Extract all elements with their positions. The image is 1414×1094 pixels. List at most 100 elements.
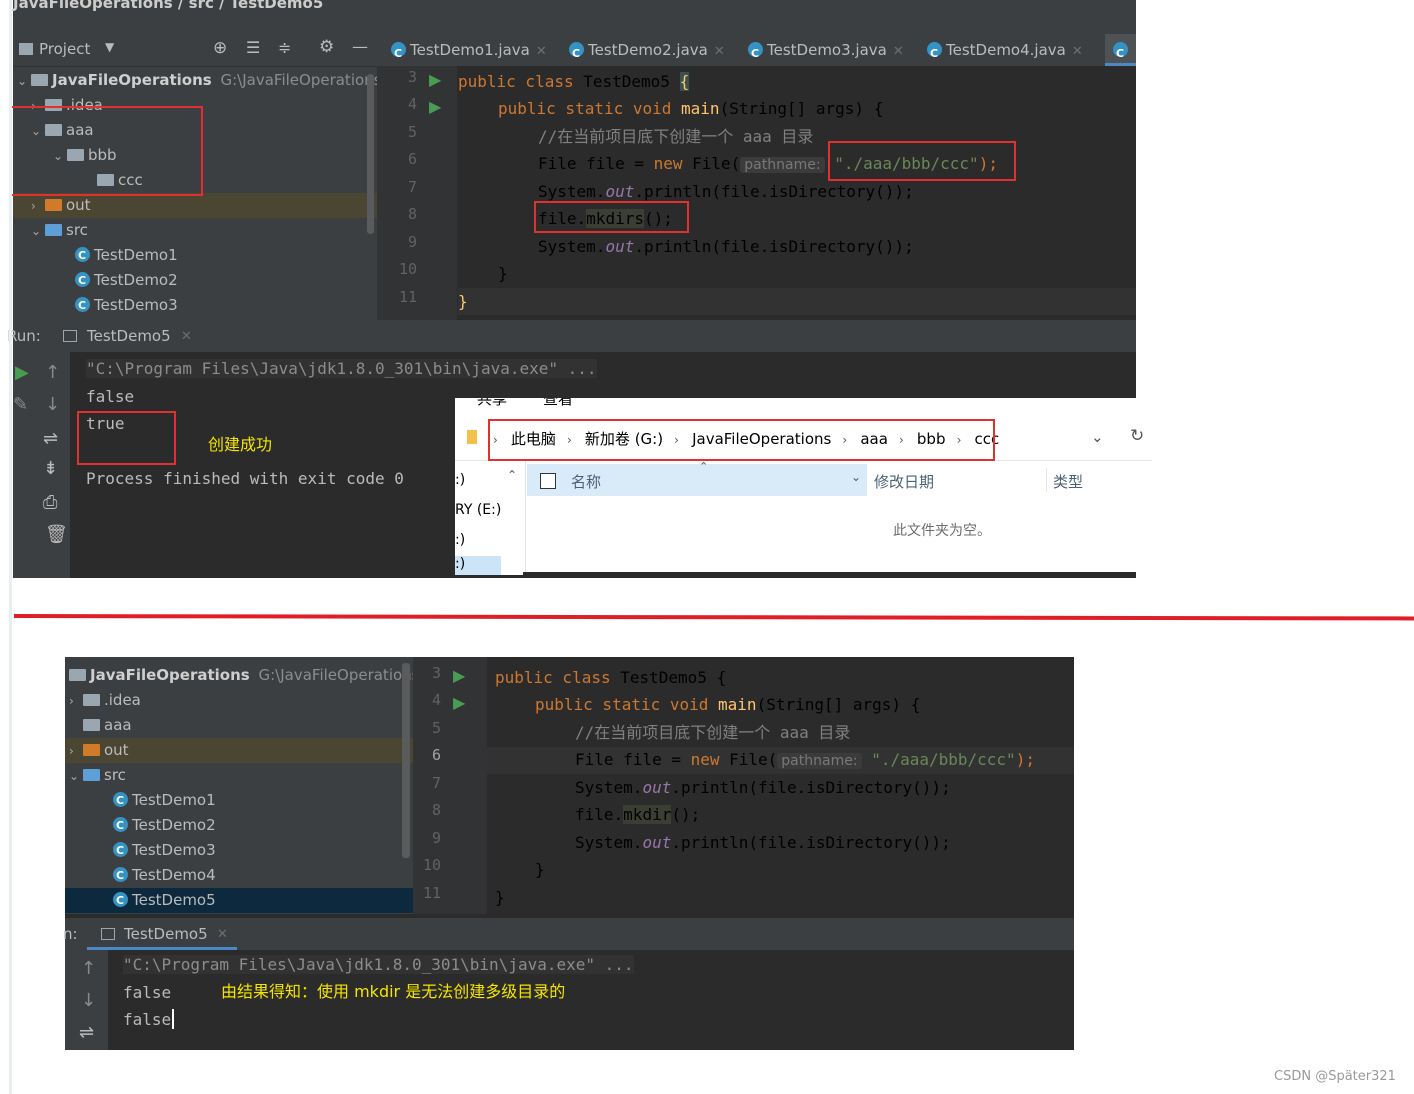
nav-item[interactable]: :) bbox=[455, 472, 465, 488]
soft-wrap-icon[interactable]: ⇌ bbox=[79, 1022, 94, 1043]
line-number: 8 bbox=[407, 205, 417, 223]
close-icon[interactable]: ✕ bbox=[714, 44, 725, 59]
nav-item[interactable]: :) bbox=[455, 532, 465, 548]
tree-item-testdemo5-selected[interactable]: TestDemo5 bbox=[65, 888, 413, 913]
code-line-5: //在当前项目底下创建一个 aaa 目录 bbox=[575, 723, 851, 742]
nav-item-selected[interactable]: :) bbox=[455, 556, 501, 575]
breadcrumb[interactable]: JavaFileOperations / src / TestDemo5 bbox=[13, 0, 323, 12]
chevron-right-icon: › bbox=[31, 199, 36, 213]
code-line-3: public class TestDemo5 { bbox=[458, 72, 690, 91]
scroll-to-end-icon[interactable]: ⇟ bbox=[43, 458, 58, 479]
tab-testdemo1[interactable]: TestDemo1.java ✕ bbox=[391, 34, 547, 70]
run-label: n: bbox=[63, 925, 78, 943]
chevron-right-icon: › bbox=[69, 694, 74, 708]
section-divider-line bbox=[13, 614, 1414, 621]
date-column-label[interactable]: 修改日期 bbox=[874, 471, 934, 492]
run-gutter-icon[interactable]: ▶ bbox=[453, 666, 465, 685]
arrow-up-icon[interactable]: ↑ bbox=[81, 958, 96, 979]
bottom-ide-window: JavaFileOperations G:\JavaFileOperations… bbox=[63, 657, 1074, 1050]
tree-root[interactable]: ⌄ JavaFileOperations G:\JavaFileOperation… bbox=[17, 68, 381, 93]
trash-icon[interactable]: 🗑 bbox=[45, 524, 68, 545]
line-number: 5 bbox=[407, 123, 417, 141]
tree-item-label: TestDemo1 bbox=[132, 791, 216, 809]
chevron-down-icon[interactable]: ▼ bbox=[105, 40, 114, 54]
scroll-up-icon[interactable]: ⌃ bbox=[507, 468, 517, 482]
project-panel-title[interactable]: Project bbox=[39, 40, 90, 58]
ribbon-tab-share[interactable]: 共享 bbox=[477, 398, 507, 408]
target-icon[interactable]: ⊕ bbox=[213, 38, 227, 58]
tree-item-testdemo2[interactable]: TestDemo2 bbox=[113, 813, 216, 838]
run-tab-label[interactable]: TestDemo5 bbox=[87, 327, 171, 345]
tree-item-testdemo2[interactable]: TestDemo2 bbox=[75, 268, 178, 293]
tree-item-testdemo1[interactable]: TestDemo1 bbox=[113, 788, 216, 813]
close-icon[interactable]: ✕ bbox=[536, 44, 547, 59]
arrow-down-icon[interactable]: ↓ bbox=[81, 990, 96, 1011]
tree-item-label: TestDemo3 bbox=[94, 296, 178, 314]
soft-wrap-icon[interactable]: ⇌ bbox=[43, 428, 58, 449]
code-editor[interactable]: public class TestDemo5 { public static v… bbox=[457, 66, 1136, 320]
tab-testdemo3[interactable]: TestDemo3.java ✕ bbox=[748, 34, 904, 70]
run-gutter-icon[interactable]: ▶ bbox=[429, 97, 441, 116]
tree-item-label: aaa bbox=[104, 716, 132, 734]
close-icon[interactable]: ✕ bbox=[181, 329, 192, 344]
tab-testdemo2[interactable]: TestDemo2.java ✕ bbox=[569, 34, 725, 70]
type-column-label[interactable]: 类型 bbox=[1053, 471, 1083, 492]
arrow-down-icon[interactable]: ↓ bbox=[45, 394, 60, 415]
source-folder-icon bbox=[45, 224, 62, 236]
tree-item-out[interactable]: › out bbox=[65, 738, 413, 763]
highlight-true-output bbox=[77, 411, 176, 465]
chevron-down-icon: ⌄ bbox=[69, 769, 80, 783]
java-class-icon bbox=[75, 243, 90, 268]
tab-testdemo4[interactable]: TestDemo4.java ✕ bbox=[927, 34, 1083, 70]
tree-item-idea[interactable]: › .idea bbox=[69, 688, 141, 713]
tree-item-testdemo3[interactable]: TestDemo3 bbox=[75, 293, 178, 318]
run-gutter-icon[interactable]: ▶ bbox=[453, 693, 465, 712]
wrench-icon[interactable]: ✎ bbox=[13, 394, 28, 415]
tree-item-label: TestDemo2 bbox=[94, 271, 178, 289]
console-output[interactable]: "C:\Program Files\Java\jdk1.8.0_301\bin\… bbox=[108, 950, 1074, 1050]
tree-root[interactable]: JavaFileOperations G:\JavaFileOperations bbox=[69, 663, 419, 688]
tree-item-testdemo3[interactable]: TestDemo3 bbox=[113, 838, 216, 863]
select-all-checkbox[interactable] bbox=[540, 473, 556, 489]
chevron-down-icon[interactable]: ⌄ bbox=[851, 470, 861, 484]
tree-item-aaa[interactable]: aaa bbox=[83, 713, 132, 738]
tree-item-testdemo1[interactable]: TestDemo1 bbox=[75, 243, 178, 268]
folder-icon bbox=[45, 199, 62, 211]
minimize-icon[interactable]: — bbox=[352, 37, 368, 56]
highlight-address-path bbox=[488, 419, 995, 461]
line-number: 9 bbox=[431, 829, 441, 847]
print-icon[interactable]: ⎙ bbox=[43, 492, 57, 513]
code-editor[interactable]: public class TestDemo5 { public static v… bbox=[487, 657, 1074, 914]
line-number: 10 bbox=[398, 260, 417, 278]
tree-item-label: src bbox=[104, 766, 126, 784]
close-icon[interactable]: ✕ bbox=[893, 44, 904, 59]
rerun-icon[interactable]: ▶ bbox=[15, 362, 29, 383]
tree-item-src[interactable]: ⌄ src bbox=[69, 763, 126, 788]
code-line-9: System.out.println(file.isDirectory()); bbox=[575, 833, 951, 852]
ribbon-tab-view[interactable]: 查看 bbox=[543, 398, 573, 408]
tree-item-src[interactable]: ⌄ src bbox=[31, 218, 88, 243]
parameter-hint: pathname: bbox=[740, 157, 825, 173]
scrollbar[interactable] bbox=[367, 74, 374, 234]
refresh-icon[interactable]: ↻ bbox=[1130, 426, 1144, 446]
tab-testdemo5-active[interactable] bbox=[1105, 34, 1136, 70]
close-icon[interactable]: ✕ bbox=[217, 927, 228, 942]
java-class-icon bbox=[113, 838, 128, 863]
tree-item-testdemo4[interactable]: TestDemo4 bbox=[113, 863, 216, 888]
run-gutter-icon[interactable]: ▶ bbox=[429, 70, 441, 89]
console-line: false bbox=[123, 1010, 172, 1029]
console-exit-line: Process finished with exit code 0 bbox=[86, 469, 404, 488]
name-column-header[interactable]: 名称 ⌃ ⌄ bbox=[527, 460, 867, 496]
java-class-icon bbox=[113, 863, 128, 888]
line-number: 5 bbox=[431, 719, 441, 737]
arrow-up-icon[interactable]: ↑ bbox=[45, 362, 60, 383]
collapse-all-icon[interactable]: ≑ bbox=[278, 38, 291, 57]
code-line-7: System.out.println(file.isDirectory()); bbox=[575, 778, 951, 797]
tree-item-out[interactable]: › out bbox=[13, 193, 377, 218]
gear-icon[interactable]: ⚙ bbox=[319, 37, 334, 57]
nav-item[interactable]: RY (E:) bbox=[455, 502, 501, 518]
chevron-down-icon[interactable]: ⌄ bbox=[1091, 428, 1104, 446]
run-tab-label[interactable]: TestDemo5 bbox=[124, 925, 208, 943]
expand-all-icon[interactable]: ☰ bbox=[246, 38, 260, 57]
close-icon[interactable]: ✕ bbox=[1072, 44, 1083, 59]
